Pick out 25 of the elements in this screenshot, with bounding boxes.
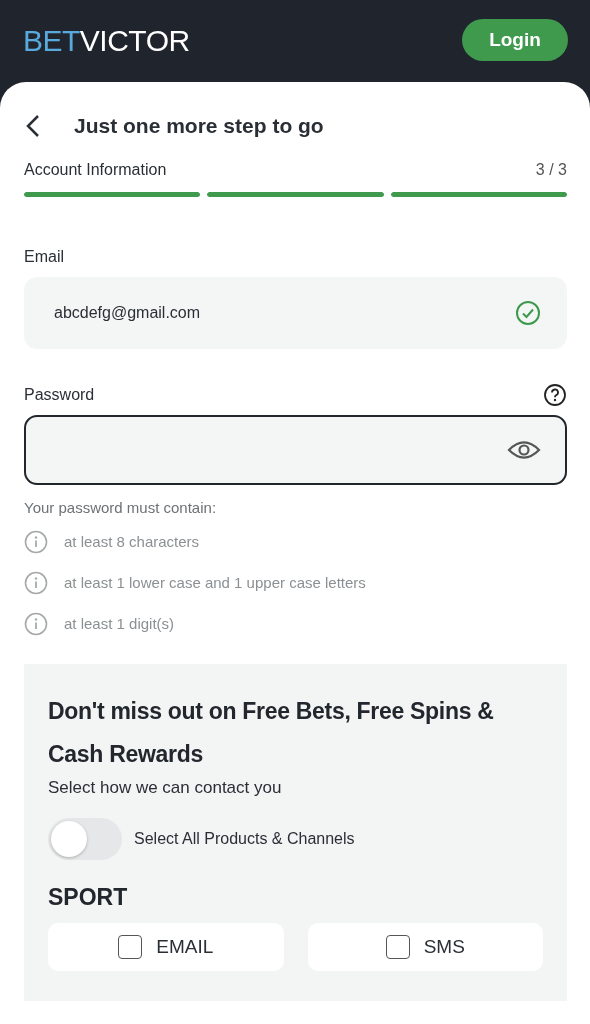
requirement-text: at least 1 digit(s) [64, 615, 175, 632]
promo-subtitle: Select how we can contact you [48, 778, 283, 798]
checkbox[interactable] [118, 935, 143, 959]
back-icon[interactable] [26, 114, 40, 138]
step-count: 3 / 3 [535, 161, 567, 179]
password-field[interactable] [24, 415, 567, 485]
toggle-switch[interactable] [48, 818, 122, 860]
section-title: SPORT [48, 884, 129, 911]
login-button[interactable]: Login [462, 19, 568, 61]
channel-option[interactable]: EMAIL [48, 923, 284, 971]
password-hint: Your password must contain: [24, 499, 218, 516]
page-title: Just one more step to go [74, 114, 324, 138]
toggle-label: Select All Products & Channels [134, 830, 355, 848]
requirement-text: at least 1 lower case and 1 upper case letters [64, 574, 366, 591]
email-field[interactable]: abcdefg@gmail.com [24, 277, 567, 349]
channel-option[interactable]: SMS [307, 923, 543, 971]
requirement-text: at least 8 characters [64, 533, 200, 550]
checkbox[interactable] [385, 935, 410, 959]
help-icon[interactable] [543, 383, 567, 407]
field-label: Password [24, 386, 95, 404]
promo-heading: Don't miss out on Free Bets, Free Spins & Cash Rewards [48, 697, 495, 769]
step-label: Account Information [24, 161, 167, 179]
field-label: Email [24, 248, 65, 266]
logo: BETVICTOR [23, 24, 190, 58]
eye-icon[interactable] [507, 439, 541, 461]
